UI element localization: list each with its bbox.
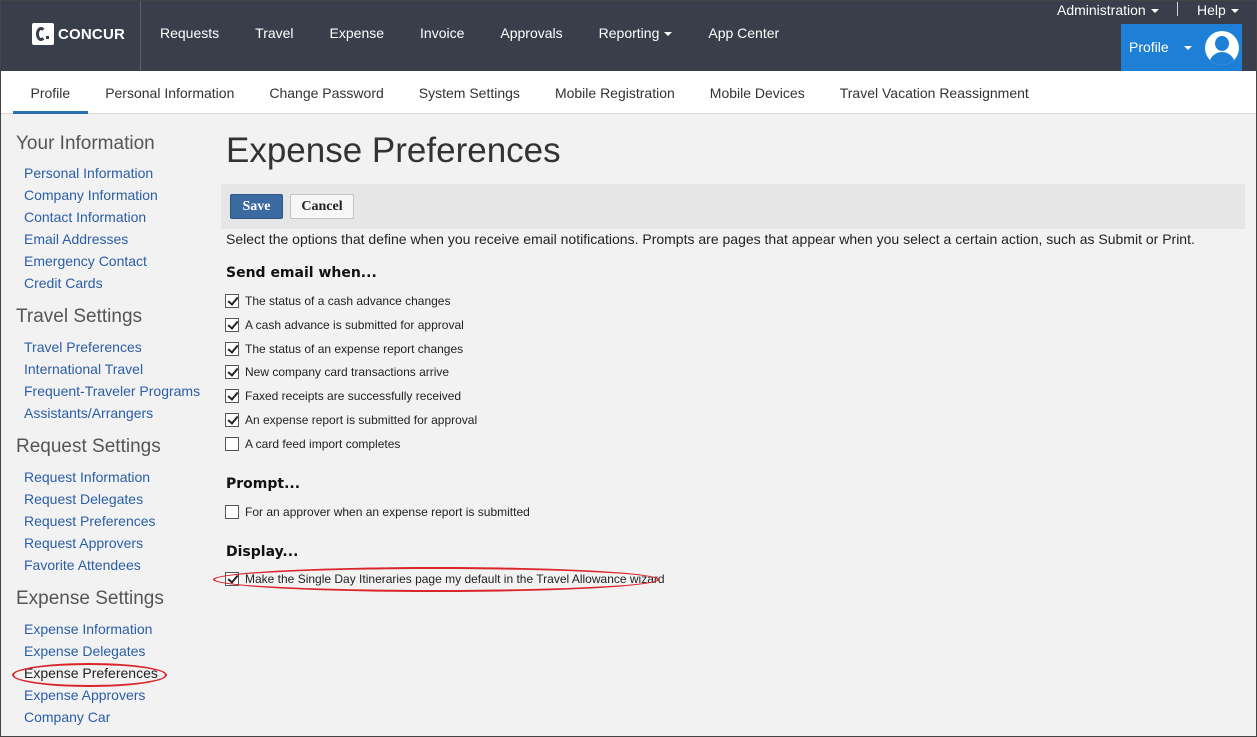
sidebar-heading-travel-settings: Travel Settings — [16, 306, 143, 327]
tab-travel-vacation-reassignment[interactable]: Travel Vacation Reassignment — [822, 71, 1046, 114]
option-label: The status of an expense report changes — [245, 342, 464, 356]
page-title: Expense Preferences — [226, 131, 561, 170]
option-label: A cash advance is submitted for approval — [245, 318, 464, 332]
nav-requests[interactable]: Requests — [142, 25, 237, 41]
checkbox-checked[interactable] — [225, 294, 239, 308]
chevron-down-icon — [664, 32, 673, 37]
topbar-divider — [140, 0, 141, 71]
sidebar-item-expense-information[interactable]: Expense Information — [24, 618, 206, 640]
sidebar-item-travel-preferences[interactable]: Travel Preferences — [24, 336, 206, 358]
profile-menu-label: Profile — [1129, 39, 1169, 55]
profile-menu-button[interactable]: Profile — [1121, 24, 1242, 71]
sidebar-item-expense-delegates[interactable]: Expense Delegates — [24, 640, 206, 662]
sidebar-item-favorite-attendees[interactable]: Favorite Attendees — [24, 554, 206, 576]
checkbox-checked[interactable] — [225, 389, 239, 403]
option-faxed-receipts[interactable]: Faxed receipts are successfully received — [225, 388, 461, 404]
concur-logo[interactable]: CONCUR — [32, 22, 125, 46]
sidebar-item-contact-information[interactable]: Contact Information — [24, 206, 206, 228]
option-card-feed-import[interactable]: A card feed import completes — [225, 436, 400, 452]
option-cash-advance-status[interactable]: The status of a cash advance changes — [225, 293, 450, 309]
nav-reporting[interactable]: Reporting — [581, 25, 691, 41]
checkbox-unchecked[interactable] — [225, 505, 239, 519]
profile-sidebar: Your Information Personal Information Co… — [16, 133, 206, 728]
user-icon — [1205, 31, 1239, 65]
section-heading-display: Display... — [226, 544, 299, 560]
sidebar-item-expense-approvers[interactable]: Expense Approvers — [24, 684, 206, 706]
help-menu[interactable]: Help — [1197, 2, 1239, 18]
option-label: New company card transactions arrive — [245, 365, 450, 379]
tab-mobile-devices[interactable]: Mobile Devices — [692, 71, 822, 114]
tab-system-settings[interactable]: System Settings — [401, 71, 537, 114]
top-navigation-bar: CONCUR Requests Travel Expense Invoice A… — [0, 0, 1257, 71]
nav-travel[interactable]: Travel — [237, 25, 311, 41]
tab-personal-information[interactable]: Personal Information — [88, 71, 252, 114]
help-label: Help — [1197, 2, 1226, 18]
section-heading-prompt: Prompt... — [226, 476, 301, 492]
sidebar-heading-request-settings: Request Settings — [16, 436, 161, 457]
nav-approvals[interactable]: Approvals — [482, 25, 580, 41]
sidebar-highlight-annotation — [12, 663, 167, 687]
sidebar-item-personal-information[interactable]: Personal Information — [24, 162, 206, 184]
concur-logo-text: CONCUR — [58, 25, 126, 43]
main-nav: Requests Travel Expense Invoice Approval… — [142, 25, 797, 41]
sidebar-item-company-information[interactable]: Company Information — [24, 184, 206, 206]
tab-profile[interactable]: Profile — [13, 71, 88, 114]
option-cash-advance-submitted[interactable]: A cash advance is submitted for approval — [225, 317, 464, 333]
action-toolbar: Save Cancel — [221, 184, 1245, 229]
administration-menu[interactable]: Administration — [1057, 2, 1159, 18]
administration-label: Administration — [1057, 2, 1146, 18]
checkbox-checked[interactable] — [225, 413, 239, 427]
avatar-head — [1215, 36, 1229, 51]
tab-change-password[interactable]: Change Password — [252, 71, 401, 114]
option-expense-report-status[interactable]: The status of an expense report changes — [225, 341, 463, 357]
concur-logo-icon — [32, 23, 54, 45]
sidebar-item-emergency-contact[interactable]: Emergency Contact — [24, 250, 206, 272]
sidebar-item-company-car[interactable]: Company Car — [24, 706, 206, 728]
display-option-highlight-annotation — [213, 567, 659, 592]
sidebar-item-assistants-arrangers[interactable]: Assistants/Arrangers — [24, 402, 206, 424]
profile-sub-nav: Profile Personal Information Change Pass… — [0, 71, 1257, 114]
tab-mobile-registration[interactable]: Mobile Registration — [537, 71, 692, 114]
sidebar-item-request-information[interactable]: Request Information — [24, 466, 206, 488]
nav-expense[interactable]: Expense — [312, 25, 402, 41]
save-button[interactable]: Save — [230, 194, 283, 219]
nav-app-center[interactable]: App Center — [690, 25, 797, 41]
sidebar-heading-your-information: Your Information — [16, 133, 155, 154]
nav-invoice[interactable]: Invoice — [402, 25, 482, 41]
avatar-body — [1209, 52, 1235, 65]
checkbox-checked[interactable] — [225, 365, 239, 379]
option-label: The status of a cash advance changes — [245, 294, 451, 308]
checkbox-checked[interactable] — [225, 342, 239, 356]
chevron-down-icon — [1230, 9, 1239, 14]
sidebar-item-frequent-traveler-programs[interactable]: Frequent-Traveler Programs — [24, 380, 206, 402]
nav-reporting-label: Reporting — [598, 25, 660, 41]
sidebar-item-international-travel[interactable]: International Travel — [24, 358, 206, 380]
option-expense-report-submitted[interactable]: An expense report is submitted for appro… — [225, 412, 477, 428]
option-label: An expense report is submitted for appro… — [245, 413, 478, 427]
sidebar-item-request-delegates[interactable]: Request Delegates — [24, 488, 206, 510]
sidebar-item-credit-cards[interactable]: Credit Cards — [24, 272, 206, 294]
option-card-transactions[interactable]: New company card transactions arrive — [225, 364, 449, 380]
cancel-button[interactable]: Cancel — [290, 194, 354, 219]
chevron-down-icon — [1184, 46, 1192, 50]
option-label: For an approver when an expense report i… — [245, 505, 530, 519]
sidebar-item-request-preferences[interactable]: Request Preferences — [24, 510, 206, 532]
intro-text: Select the options that define when you … — [226, 231, 1195, 247]
sidebar-item-email-addresses[interactable]: Email Addresses — [24, 228, 206, 250]
utility-separator — [1177, 2, 1178, 16]
section-heading-send-email: Send email when... — [226, 265, 377, 281]
checkbox-checked[interactable] — [225, 318, 239, 332]
option-label: A card feed import completes — [245, 437, 401, 451]
chevron-down-icon — [1150, 9, 1159, 14]
sidebar-item-request-approvers[interactable]: Request Approvers — [24, 532, 206, 554]
option-approver-prompt[interactable]: For an approver when an expense report i… — [225, 504, 530, 520]
option-label: Faxed receipts are successfully received — [245, 389, 462, 403]
checkbox-unchecked[interactable] — [225, 437, 239, 451]
sidebar-heading-expense-settings: Expense Settings — [16, 588, 164, 609]
